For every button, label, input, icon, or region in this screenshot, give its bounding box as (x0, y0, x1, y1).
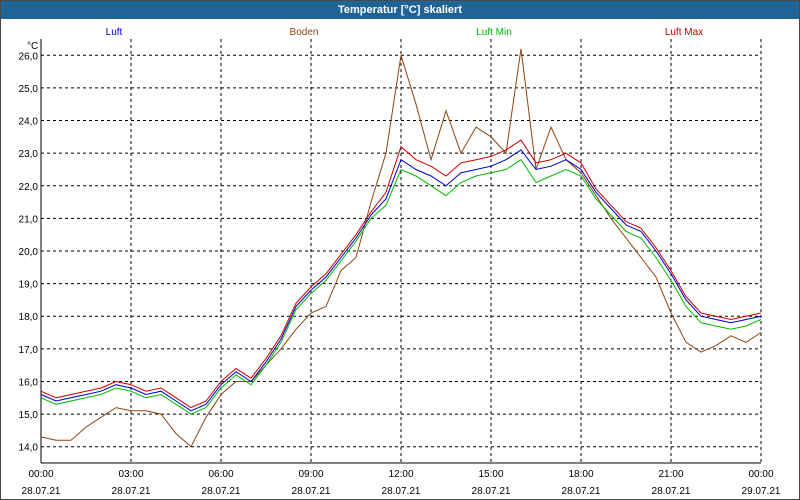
x-tick-time: 06:00 (208, 469, 233, 480)
y-tick-label: 24,0 (19, 117, 39, 128)
x-tick-date: 28.07.21 (472, 486, 511, 497)
x-tick-date: 28.07.21 (112, 486, 151, 497)
x-tick-time: 03:00 (118, 469, 143, 480)
y-tick-label: 20,0 (19, 247, 39, 258)
y-tick-labels: 14,0 15,0 16,0 17,0 18,0 19,0 20,0 21,0 22,0 23,0… (19, 51, 39, 453)
x-tick-date: 28.07.21 (22, 486, 61, 497)
x-tick-time: 21:00 (658, 469, 683, 480)
x-tick-time: 12:00 (388, 469, 413, 480)
chart-window: 14,0 15,0 16,0 17,0 18,0 19,0 20,0 21,0 22,0 23,0… (0, 0, 800, 500)
legend-entry: Boden (290, 27, 319, 38)
y-tick-label: 22,0 (19, 182, 39, 193)
y-tick-label: 17,0 (19, 345, 39, 356)
grid-lines (40, 39, 762, 463)
x-tick-labels: 00:00 28.07.21 03:00 28.07.21 06:00 28.07.21 0… (22, 469, 781, 497)
legend-entry: Luft Max (665, 27, 703, 38)
x-tick-time: 00:00 (748, 469, 773, 480)
x-tick-time: 09:00 (298, 469, 323, 480)
y-tick-label: 25,0 (19, 84, 39, 95)
y-unit-label: °C (27, 41, 38, 52)
legend: Luft Boden Luft Min Luft Max (106, 27, 704, 38)
y-tick-label: 18,0 (19, 312, 39, 323)
x-tick-date: 29.07.21 (742, 486, 781, 497)
y-tick-label: 16,0 (19, 377, 39, 388)
x-tick-date: 28.07.21 (562, 486, 601, 497)
x-tick-time: 18:00 (568, 469, 593, 480)
y-tick-label: 15,0 (19, 410, 39, 421)
x-tick-time: 00:00 (28, 469, 53, 480)
chart-title: Temperatur [°C] skaliert (1, 1, 799, 19)
y-tick-label: 14,0 (19, 443, 39, 454)
chart-canvas: 14,0 15,0 16,0 17,0 18,0 19,0 20,0 21,0 22,0 23,0… (19, 27, 781, 497)
legend-entry: Luft Min (476, 27, 512, 38)
x-tick-date: 28.07.21 (292, 486, 331, 497)
x-tick-date: 28.07.21 (202, 486, 241, 497)
y-tick-label: 19,0 (19, 280, 39, 291)
y-tick-label: 26,0 (19, 51, 39, 62)
legend-entry: Luft (106, 27, 123, 38)
y-tick-label: 23,0 (19, 149, 39, 160)
y-tick-label: 21,0 (19, 214, 39, 225)
x-tick-date: 28.07.21 (382, 486, 421, 497)
x-tick-date: 28.07.21 (652, 486, 691, 497)
x-tick-time: 15:00 (478, 469, 503, 480)
